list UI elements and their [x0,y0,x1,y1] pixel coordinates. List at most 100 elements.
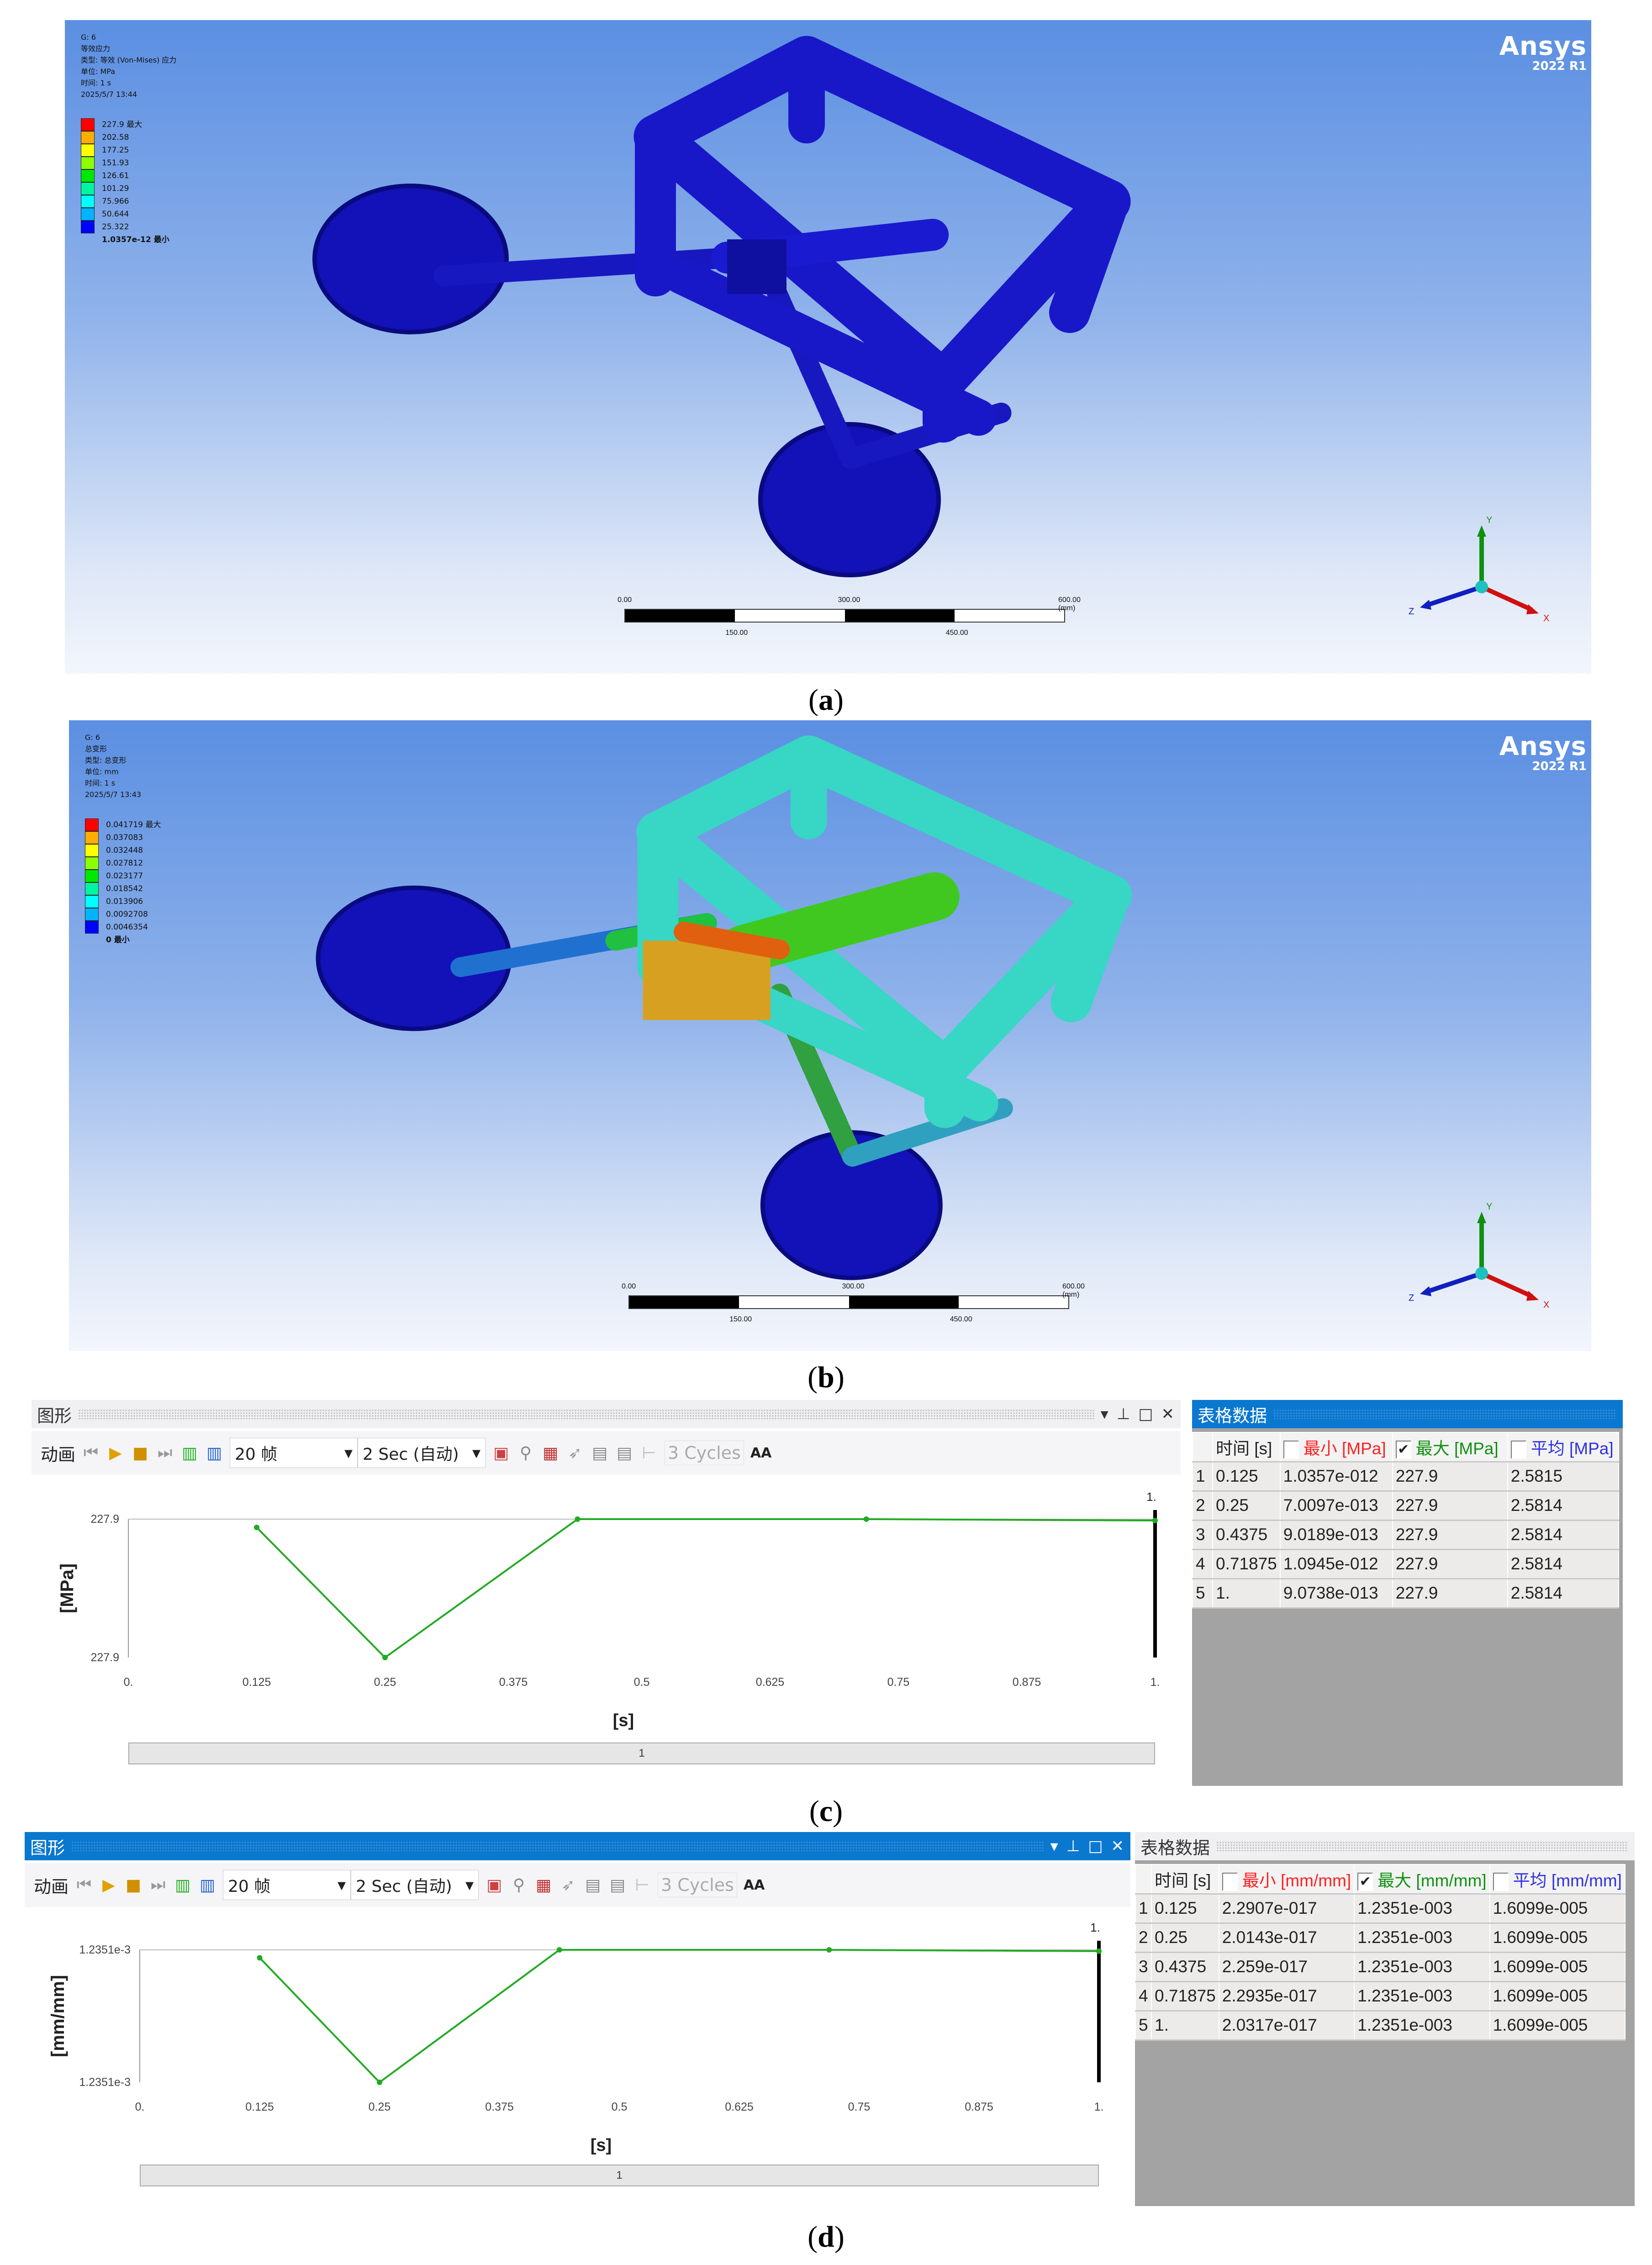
table-row[interactable]: 5 1. 2.0317e-017 1.2351e-003 1.6099e-005 [1135,2010,1626,2041]
time-scrollbar[interactable]: 1 [140,2165,1099,2186]
stop-icon[interactable]: ■ [131,1440,149,1466]
table-row[interactable]: 3 0.4375 2.259e-017 1.2351e-003 1.6099e-005 [1135,1952,1626,1982]
column-header[interactable]: ✔ 最大 [MPa] [1392,1432,1508,1462]
play-icon[interactable]: ▶ [106,1440,125,1466]
aa-button[interactable]: AA [744,1877,765,1893]
column-checkbox[interactable] [1493,1872,1509,1891]
duration-select[interactable]: 2 Sec (自动) ▾ [358,1438,486,1468]
keyframe-icon[interactable]: ▤ [584,1872,602,1898]
caption-a: (a) [808,683,844,717]
stress-viewport[interactable]: G: 6 等效应力 类型: 等效 (Von-Mises) 应力 单位: MPa 时间: … [65,20,1591,674]
last-frame-icon[interactable]: ⏭ [149,1872,167,1898]
pin-icon[interactable]: ⊥ [1066,1837,1080,1855]
column-header[interactable]: 最小 [mm/mm] [1218,1864,1355,1895]
keyframe2-icon[interactable]: ▤ [608,1872,627,1898]
animation-toolbar: 动画 ⏮ ▶ ■ ⏭ ▥ ▥ 20 帧 ▾ 2 Sec (自动) ▾ ▣ ⚲ ▦ ➶ ▤ ▤ ⊢ 3 Cycles A… [25,1863,1130,1907]
legend: G: 6 等效应力 类型: 等效 (Von-Mises) 应力 单位: MPa 时间: … [81,32,176,246]
zoom-icon[interactable]: ⚲ [517,1440,535,1466]
scale-label: 150.00 [725,629,748,637]
legend-entry: 25.322 [81,221,176,233]
table-row[interactable]: 4 0.71875 2.2935e-017 1.2351e-003 1.6099e-00… [1135,1981,1626,2012]
column-checkbox[interactable]: ✔ [1395,1440,1411,1459]
table-row[interactable]: 1 0.125 1.0357e-012 227.9 2.5815 [1192,1461,1619,1492]
export-video-icon[interactable]: ▣ [492,1440,510,1466]
axis-triad-icon: Y Z X [1409,515,1549,623]
stop-icon[interactable]: ■ [124,1872,143,1898]
color-bands-icon[interactable]: ▦ [541,1440,559,1466]
column-header[interactable]: 最小 [MPa] [1279,1432,1393,1462]
table-row[interactable]: 4 0.71875 1.0945e-012 227.9 2.5814 [1192,1549,1619,1579]
column-checkbox[interactable] [1510,1440,1526,1459]
maximize-icon[interactable]: □ [1088,1837,1103,1855]
dropdown-icon[interactable]: ▾ [1050,1837,1058,1855]
frames-select[interactable]: 20 帧 ▾ [230,1438,358,1468]
legend-value: 50.644 [102,209,129,219]
pin-icon[interactable]: ⊥ [1117,1405,1130,1423]
cycles-icon[interactable]: ⊢ [640,1440,658,1466]
legend-swatch [81,118,95,131]
legend-value: 202.58 [102,132,129,142]
last-frame-icon[interactable]: ⏭ [156,1440,174,1466]
caption-c: (c) [809,1795,843,1828]
table-cell: 0.4375 [1212,1520,1281,1550]
legend-value: 0.0046354 [106,922,148,932]
first-frame-icon[interactable]: ⏮ [75,1872,93,1898]
frames-select[interactable]: 20 帧 ▾ [223,1870,351,1900]
export-icon[interactable]: ➶ [559,1872,577,1898]
distributed-icon[interactable]: ▥ [174,1872,192,1898]
table-cell: 2.2907e-017 [1218,1893,1355,1924]
column-header[interactable]: 平均 [MPa] [1507,1432,1619,1462]
zoom-icon[interactable]: ⚲ [510,1872,528,1898]
close-icon[interactable]: ✕ [1111,1837,1124,1855]
column-header[interactable]: 时间 [s] [1212,1432,1281,1462]
chevron-down-icon: ▾ [344,1443,353,1462]
column-checkbox[interactable] [1283,1440,1299,1459]
column-header[interactable]: 平均 [mm/mm] [1489,1864,1626,1895]
export-video-icon[interactable]: ▣ [485,1872,503,1898]
legend-value: 1.0357e-12 最小 [102,235,169,244]
scale-bar: 0.00 300.00 600.00 (mm) 150.00 450.00 [622,1283,1085,1333]
keyframe-icon[interactable]: ▤ [591,1440,609,1466]
table-cell: 227.9 [1392,1461,1508,1492]
close-icon[interactable]: ✕ [1161,1405,1175,1423]
animation-toolbar: 动画 ⏮ ▶ ■ ⏭ ▥ ▥ 20 帧 ▾ 2 Sec (自动) ▾ ▣ ⚲ ▦ ➶ ▤ ▤ ⊢ 3 Cycles A… [32,1431,1181,1475]
cycles-button[interactable]: 3 Cycles [658,1873,737,1897]
cycles-button[interactable]: 3 Cycles [665,1441,744,1465]
legend-value: 0.023177 [106,871,143,881]
scale-label: 0.00 [622,1283,636,1290]
legend-entry: 0.0046354 [85,921,161,934]
legend-entry: 227.9 最大 [81,118,176,131]
color-bands-icon[interactable]: ▦ [534,1872,553,1898]
table-row[interactable]: 2 0.25 2.0143e-017 1.2351e-003 1.6099e-005 [1135,1922,1626,1953]
scale-label: 0.00 [618,596,632,604]
legend-entry: 0 最小 [85,934,161,946]
table-cell: 1.2351e-003 [1354,1952,1490,1982]
legend-header-line: 类型: 等效 (Von-Mises) 应力 [81,56,177,64]
animation-label: 动画 [41,1444,76,1465]
first-frame-icon[interactable]: ⏮ [82,1440,100,1466]
column-checkbox[interactable] [1222,1872,1238,1891]
distributed-icon[interactable]: ▥ [180,1440,199,1466]
chevron-down-icon: ▾ [472,1443,481,1462]
deformation-viewport[interactable]: G: 6 总变形 类型: 总变形 单位: mm 时间: 1 s 2025/5/7 13:4… [69,720,1591,1351]
duration-select[interactable]: 2 Sec (自动) ▾ [351,1870,479,1900]
aa-button[interactable]: AA [750,1445,771,1461]
dropdown-icon[interactable]: ▾ [1101,1405,1108,1423]
column-header[interactable]: ✔ 最大 [mm/mm] [1354,1864,1490,1895]
table-row[interactable]: 5 1. 9.0738e-013 227.9 2.5814 [1192,1578,1619,1609]
table-row[interactable]: 3 0.4375 9.0189e-013 227.9 2.5814 [1192,1520,1619,1550]
time-scrollbar[interactable]: 1 [128,1742,1155,1764]
table-cell: 2.2935e-017 [1218,1981,1355,2012]
keyframe2-icon[interactable]: ▤ [615,1440,633,1466]
column-header[interactable]: 时间 [s] [1151,1864,1219,1895]
maximize-icon[interactable]: □ [1138,1405,1153,1423]
export-icon[interactable]: ➶ [566,1440,584,1466]
play-icon[interactable]: ▶ [100,1872,118,1898]
cycles-icon[interactable]: ⊢ [633,1872,651,1898]
table-row[interactable]: 2 0.25 7.0097e-013 227.9 2.5814 [1192,1490,1619,1521]
column-checkbox[interactable]: ✔ [1357,1872,1373,1891]
table-row[interactable]: 1 0.125 2.2907e-017 1.2351e-003 1.6099e-005 [1135,1893,1626,1924]
result-sets-icon[interactable]: ▥ [198,1872,216,1898]
result-sets-icon[interactable]: ▥ [205,1440,223,1466]
scale-label: 150.00 [729,1315,752,1323]
